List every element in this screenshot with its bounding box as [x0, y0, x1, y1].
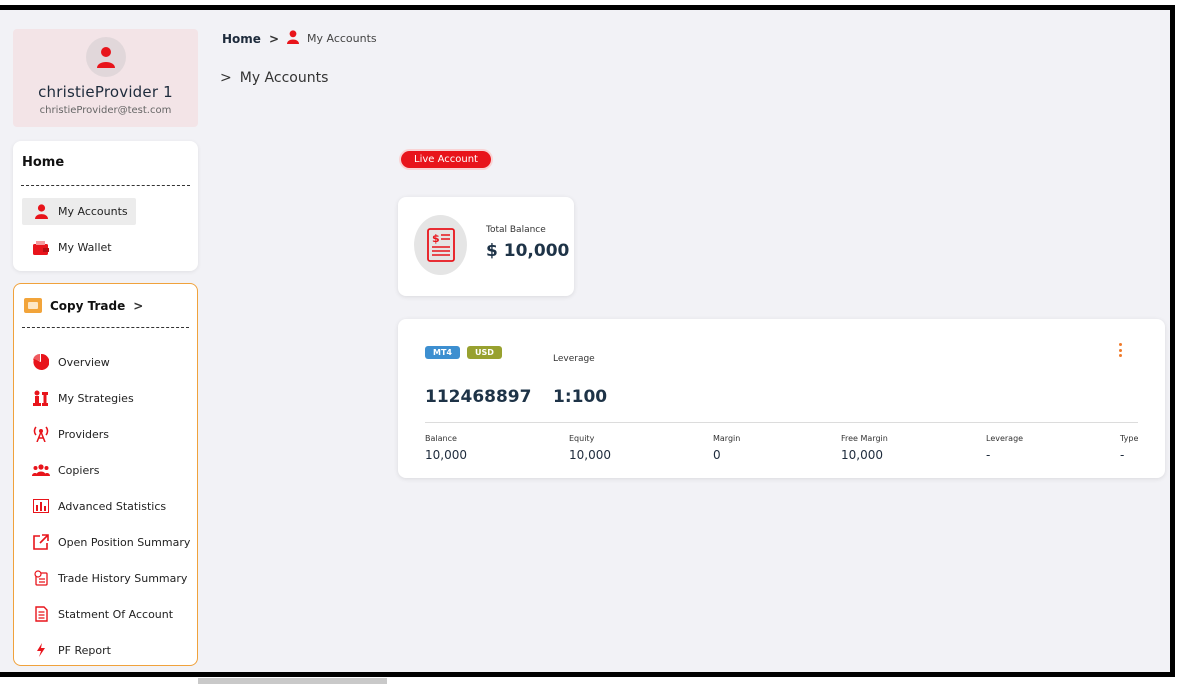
- sidebar-item-label: My Strategies: [58, 391, 134, 405]
- sidebar-item-label: Advanced Statistics: [58, 499, 167, 513]
- profile-name: christieProvider 1: [38, 83, 173, 101]
- sidebar-item-providers[interactable]: Providers: [32, 416, 194, 452]
- chevron-right-icon: >: [268, 31, 279, 46]
- stat-value: -: [1120, 448, 1125, 462]
- stat-value: 10,000: [569, 448, 611, 462]
- copy-trade-header[interactable]: Copy Trade >: [22, 284, 189, 328]
- total-balance-value: $ 10,000: [486, 241, 570, 261]
- breadcrumb-home-link[interactable]: Home: [222, 32, 261, 46]
- divider: [425, 422, 1138, 423]
- chevron-right-icon: >: [220, 70, 232, 86]
- stat-label: Margin: [713, 434, 741, 443]
- sidebar-item-my-wallet[interactable]: My Wallet: [22, 234, 120, 261]
- profile-email: christieProvider@test.com: [39, 105, 172, 116]
- currency-tag: USD: [467, 346, 502, 359]
- sidebar-item-label: Statment Of Account: [58, 607, 174, 621]
- stat-equity: Equity 10,000: [569, 434, 611, 462]
- total-balance-label: Total Balance: [486, 225, 546, 235]
- chess-icon: [32, 390, 50, 406]
- sidebar-item-label: Overview: [58, 355, 110, 369]
- home-nav-title[interactable]: Home: [21, 141, 190, 186]
- sidebar-item-label: My Wallet: [58, 241, 112, 254]
- stat-balance: Balance 10,000: [425, 434, 467, 462]
- stat-value: 10,000: [425, 448, 467, 462]
- breadcrumb: Home > My Accounts: [222, 30, 377, 47]
- breadcrumb-current: My Accounts: [307, 32, 377, 45]
- sidebar-item-label: PF Report: [58, 643, 111, 657]
- home-nav-card: Home My Accounts My Wallet: [13, 141, 198, 271]
- sidebar-item-my-accounts[interactable]: My Accounts: [22, 198, 136, 225]
- more-options-icon[interactable]: [1117, 343, 1123, 357]
- account-number: 112468897: [425, 387, 532, 407]
- lightning-icon: [32, 643, 50, 657]
- stat-value: 0: [713, 448, 721, 462]
- chevron-right-icon: >: [133, 298, 144, 313]
- sidebar-item-copiers[interactable]: Copiers: [32, 452, 194, 488]
- leverage-value: 1:100: [553, 387, 608, 407]
- profile-card: christieProvider 1 christieProvider@test…: [13, 29, 198, 127]
- stat-value: -: [986, 448, 991, 462]
- copy-trade-card: Copy Trade > Overview My Strategies Prov…: [13, 283, 198, 666]
- stat-label: Free Margin: [841, 434, 888, 443]
- avatar[interactable]: [85, 37, 126, 77]
- sidebar-item-label: Copiers: [58, 463, 100, 477]
- account-card[interactable]: MT4 USD Leverage 112468897 1:100 Balance…: [398, 319, 1165, 478]
- user-icon: [32, 204, 50, 219]
- sidebar-item-my-strategies[interactable]: My Strategies: [32, 380, 194, 416]
- bar-chart-icon: [32, 499, 50, 513]
- app-frame: christieProvider 1 christieProvider@test…: [0, 5, 1175, 677]
- stat-label: Leverage: [986, 434, 1024, 443]
- broadcast-tower-icon: [32, 426, 50, 442]
- copy-trade-icon: [24, 298, 42, 313]
- stat-free-margin: Free Margin 10,000: [841, 434, 888, 462]
- stat-label: Equity: [569, 434, 595, 443]
- platform-tag: MT4: [425, 346, 460, 359]
- svg-text:$: $: [432, 232, 440, 245]
- leverage-label: Leverage: [553, 354, 595, 364]
- sidebar-item-label: Trade History Summary: [58, 571, 188, 585]
- page-title: > My Accounts: [220, 70, 328, 86]
- sidebar-item-statement-of-account[interactable]: Statment Of Account: [32, 596, 194, 632]
- stat-label: Balance: [425, 434, 457, 443]
- sidebar-item-pf-report[interactable]: PF Report: [32, 632, 194, 668]
- sidebar-item-label: Providers: [58, 427, 110, 441]
- sidebar-item-advanced-statistics[interactable]: Advanced Statistics: [32, 488, 194, 524]
- user-icon: [287, 30, 299, 47]
- history-doc-icon: [32, 570, 50, 586]
- live-account-badge[interactable]: Live Account: [401, 151, 491, 168]
- sidebar-item-overview[interactable]: Overview: [32, 344, 194, 380]
- stat-label: Type: [1120, 434, 1139, 443]
- stat-value: 10,000: [841, 448, 883, 462]
- invoice-dollar-icon: $: [414, 215, 467, 275]
- page-title-text: My Accounts: [239, 70, 329, 86]
- pie-chart-icon: [32, 354, 50, 370]
- copy-trade-list: Overview My Strategies Providers Copiers: [32, 344, 194, 668]
- total-balance-card: $ Total Balance $ 10,000: [398, 197, 574, 296]
- sidebar-item-trade-history-summary[interactable]: Trade History Summary: [32, 560, 194, 596]
- stat-leverage: Leverage -: [986, 434, 1023, 462]
- copy-trade-title: Copy Trade: [50, 298, 126, 313]
- stat-type: Type -: [1120, 434, 1138, 462]
- sidebar-item-open-position-summary[interactable]: Open Position Summary: [32, 524, 194, 560]
- scrollbar-track[interactable]: [198, 678, 387, 684]
- document-icon: [32, 606, 50, 622]
- wallet-icon: [32, 240, 50, 255]
- sidebar-item-label: My Accounts: [58, 205, 128, 218]
- sidebar-item-label: Open Position Summary: [58, 535, 191, 549]
- stat-margin: Margin 0: [713, 434, 740, 462]
- users-icon: [32, 464, 50, 476]
- user-icon: [96, 47, 115, 68]
- external-link-icon: [32, 534, 50, 550]
